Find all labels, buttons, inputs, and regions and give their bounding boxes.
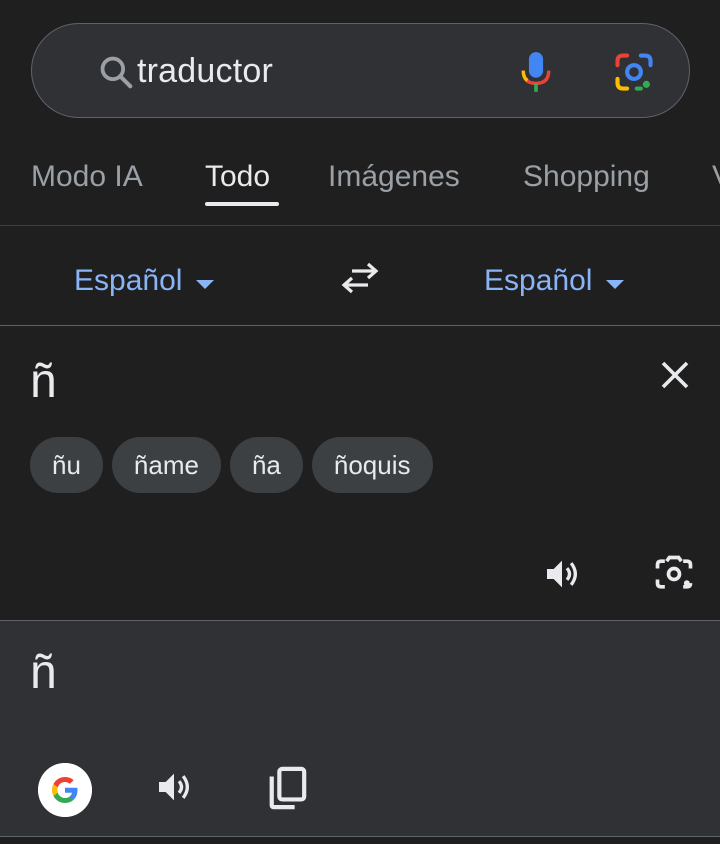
search-input[interactable] [137, 50, 497, 92]
tab-shopping[interactable]: Shopping [523, 160, 650, 194]
suggestion-chip[interactable]: ñoquis [311, 437, 433, 493]
google-g-logo-icon[interactable] [38, 763, 92, 817]
speaker-icon[interactable] [540, 554, 584, 594]
target-language-dropdown[interactable]: Español [484, 264, 625, 298]
tab-modo-ia[interactable]: Modo IA [31, 160, 143, 194]
tab-todo[interactable]: Todo [205, 160, 270, 194]
close-icon[interactable] [657, 357, 693, 393]
dropdown-caret-icon [196, 279, 215, 289]
source-language-label: Español [74, 264, 183, 297]
search-tabs: Modo IA Todo Imágenes Shopping V [0, 150, 720, 226]
divider [0, 836, 720, 844]
source-text-input[interactable]: ñ [30, 354, 57, 409]
search-bar[interactable] [31, 23, 690, 118]
suggestion-chip[interactable]: ñame [111, 437, 221, 493]
tab-imagenes[interactable]: Imágenes [328, 160, 460, 194]
tab-next-cutoff[interactable]: V [712, 160, 720, 194]
suggestion-chip[interactable]: ña [229, 437, 303, 493]
source-text-panel[interactable]: ñ ñu ñame ña ñoquis [0, 326, 720, 620]
google-lens-icon[interactable] [612, 50, 656, 94]
source-language-dropdown[interactable]: Español [74, 264, 215, 298]
translation-output-panel: ñ [0, 620, 720, 836]
translated-text: ñ [30, 646, 57, 699]
camera-icon[interactable] [652, 552, 696, 596]
active-tab-indicator [205, 202, 279, 206]
google-search-translate-page: Modo IA Todo Imágenes Shopping V Español… [0, 0, 720, 844]
mic-icon[interactable] [519, 49, 553, 95]
search-icon[interactable] [97, 53, 135, 91]
copy-icon[interactable] [266, 765, 308, 811]
target-language-label: Español [484, 264, 593, 297]
suggestion-chips: ñu ñame ña ñoquis [30, 437, 433, 493]
speaker-icon[interactable] [152, 767, 196, 807]
language-selector-row: Español Español [0, 226, 720, 326]
suggestion-chip[interactable]: ñu [30, 437, 103, 493]
dropdown-caret-icon [606, 279, 625, 289]
swap-languages-icon[interactable] [340, 261, 380, 295]
